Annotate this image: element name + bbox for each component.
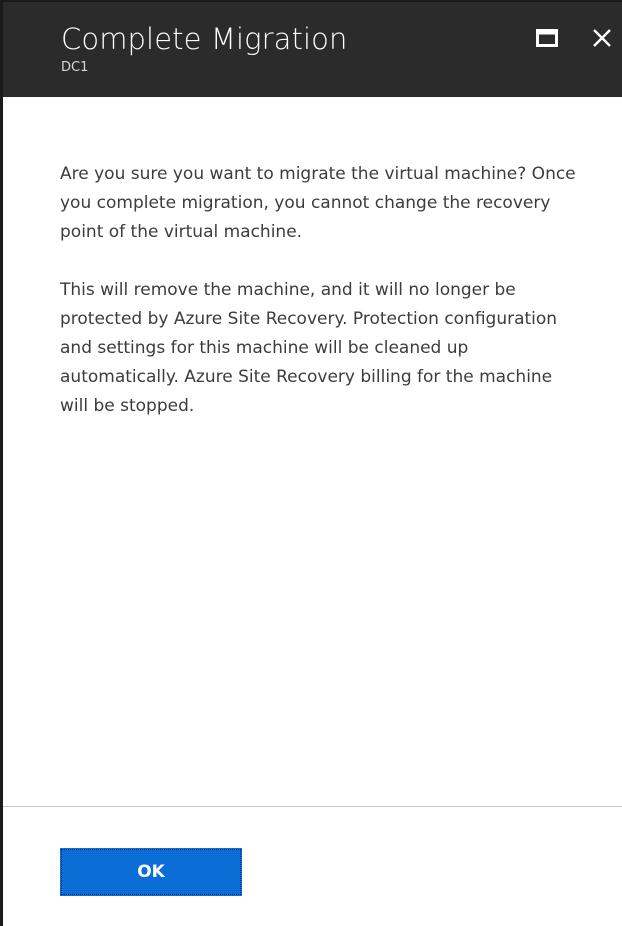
maximize-icon [536, 29, 558, 47]
blade-subtitle: DC1 [61, 60, 89, 75]
blade-title: Complete Migration [61, 22, 348, 56]
blade-header: Complete Migration DC1 [3, 0, 622, 97]
close-icon [593, 29, 611, 47]
maximize-button[interactable] [531, 22, 563, 54]
blade-content: Are you sure you want to migrate the vir… [60, 160, 580, 450]
close-button[interactable] [586, 22, 618, 54]
complete-migration-blade: Complete Migration DC1 Are you sure you … [0, 0, 622, 926]
confirmation-message: Are you sure you want to migrate the vir… [60, 164, 576, 242]
footer-divider [3, 806, 622, 807]
ok-button[interactable]: OK [60, 848, 242, 896]
removal-warning-message: This will remove the machine, and it wil… [60, 280, 558, 416]
